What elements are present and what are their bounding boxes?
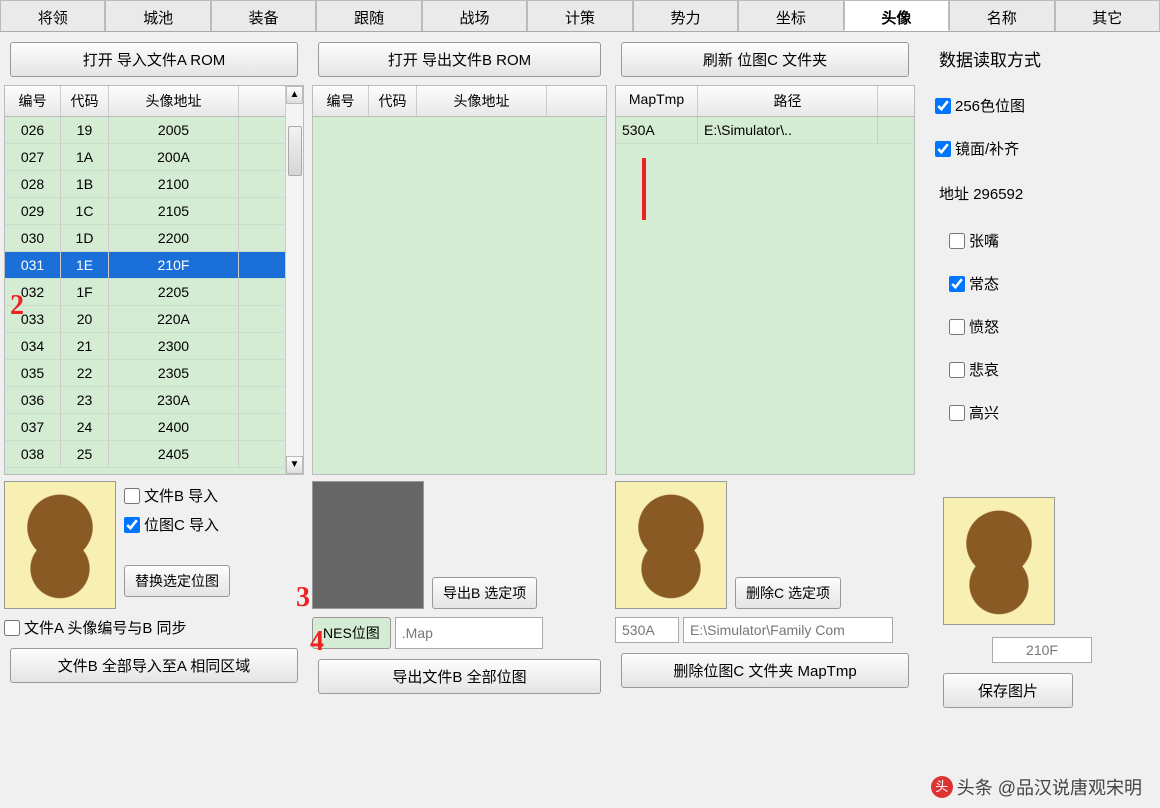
- portrait-a: [4, 481, 116, 609]
- table-row[interactable]: 0271A200A: [5, 144, 285, 171]
- table-row[interactable]: 0311E210F: [5, 252, 285, 279]
- chk-angry[interactable]: 愤怒: [949, 316, 1153, 337]
- read-mode-title: 数据读取方式: [939, 46, 1153, 71]
- tab-generals[interactable]: 将领: [0, 0, 105, 31]
- grid-c-rows[interactable]: 530AE:\Simulator\..: [616, 117, 914, 144]
- chk-normal[interactable]: 常态: [949, 273, 1153, 294]
- chk-sad[interactable]: 悲哀: [949, 359, 1153, 380]
- table-row[interactable]: 034212300: [5, 333, 285, 360]
- export-b-selected-button[interactable]: 导出B 选定项: [432, 577, 537, 609]
- tab-avatar[interactable]: 头像: [844, 0, 949, 31]
- table-row[interactable]: 03623230A: [5, 387, 285, 414]
- tab-other[interactable]: 其它: [1055, 0, 1160, 31]
- import-all-a-button[interactable]: 文件B 全部导入至A 相同区域: [10, 648, 298, 683]
- grid-c-header: MapTmp 路径: [616, 86, 914, 117]
- annotation-number-3: 3: [296, 582, 310, 614]
- chk-mouth-open[interactable]: 张嘴: [949, 230, 1153, 251]
- grid-a-header: 编号 代码 头像地址: [5, 86, 285, 117]
- table-row[interactable]: 026192005: [5, 117, 285, 144]
- tab-battle[interactable]: 战场: [422, 0, 527, 31]
- table-row[interactable]: 0321F2205: [5, 279, 285, 306]
- export-all-b-button[interactable]: 导出文件B 全部位图: [318, 659, 601, 694]
- tab-faction[interactable]: 势力: [633, 0, 738, 31]
- open-file-b-button[interactable]: 打开 导出文件B ROM: [318, 42, 601, 77]
- grid-a: 编号 代码 头像地址 0261920050271A200A0281B210002…: [4, 85, 304, 475]
- tab-name[interactable]: 名称: [949, 0, 1054, 31]
- tab-cities[interactable]: 城池: [105, 0, 210, 31]
- column-a: 打开 导入文件A ROM 编号 代码 头像地址 0261920050271A20…: [4, 38, 304, 710]
- chk-mirror[interactable]: 镜面/补齐: [935, 138, 1153, 159]
- grid-a-scrollbar[interactable]: ▲ ▼: [285, 86, 303, 474]
- grid-b: 编号 代码 头像地址: [312, 85, 607, 475]
- portrait-b: [312, 481, 424, 609]
- table-row[interactable]: 035222305: [5, 360, 285, 387]
- annotation-number-2: 2: [10, 290, 24, 322]
- tab-strategy[interactable]: 计策: [527, 0, 632, 31]
- delete-c-selected-button[interactable]: 删除C 选定项: [735, 577, 841, 609]
- addr-line: 地址 296592: [939, 183, 1153, 204]
- c-code-input[interactable]: [615, 617, 679, 643]
- watermark: 头 头条 @品汉说唐观宋明: [931, 774, 1142, 800]
- col-addr[interactable]: 头像地址: [109, 86, 239, 116]
- save-image-button[interactable]: 保存图片: [943, 673, 1073, 708]
- open-file-a-button[interactable]: 打开 导入文件A ROM: [10, 42, 298, 77]
- col-num[interactable]: 编号: [313, 86, 369, 116]
- chk-bitmap-c-import[interactable]: 位图C 导入: [124, 514, 230, 535]
- refresh-c-button[interactable]: 刷新 位图C 文件夹: [621, 42, 909, 77]
- grid-c: MapTmp 路径 530AE:\Simulator\..: [615, 85, 915, 475]
- watermark-icon: 头: [931, 776, 953, 798]
- table-row[interactable]: 0281B2100: [5, 171, 285, 198]
- table-row[interactable]: 037242400: [5, 414, 285, 441]
- c-path-input[interactable]: [683, 617, 893, 643]
- table-row[interactable]: 0291C2105: [5, 198, 285, 225]
- chk-file-b-import[interactable]: 文件B 导入: [124, 485, 230, 506]
- table-row[interactable]: 530AE:\Simulator\..: [616, 117, 914, 144]
- chk-happy[interactable]: 高兴: [949, 402, 1153, 423]
- portrait-c: [615, 481, 727, 609]
- table-row[interactable]: 03320220A: [5, 306, 285, 333]
- tab-bar: 将领 城池 装备 跟随 战场 计策 势力 坐标 头像 名称 其它: [0, 0, 1160, 32]
- d-code-input[interactable]: [992, 637, 1092, 663]
- chk-256color[interactable]: 256色位图: [935, 95, 1153, 116]
- col-maptmp[interactable]: MapTmp: [616, 86, 698, 116]
- grid-b-header: 编号 代码 头像地址: [313, 86, 606, 117]
- scroll-up-icon[interactable]: ▲: [286, 86, 303, 104]
- replace-selected-button[interactable]: 替换选定位图: [124, 565, 230, 597]
- portrait-d: [943, 497, 1055, 625]
- col-num[interactable]: 编号: [5, 86, 61, 116]
- table-row[interactable]: 038252405: [5, 441, 285, 468]
- grid-a-rows[interactable]: 0261920050271A200A0281B21000291C21050301…: [5, 117, 285, 468]
- annotation-mark-1: [642, 158, 646, 220]
- scroll-thumb[interactable]: [288, 126, 302, 176]
- delete-c-folder-button[interactable]: 删除位图C 文件夹 MapTmp: [621, 653, 909, 688]
- table-row[interactable]: 0301D2200: [5, 225, 285, 252]
- column-d: 数据读取方式 256色位图 镜面/补齐 地址 296592 张嘴 常态 愤怒 悲…: [923, 38, 1153, 710]
- map-ext-input[interactable]: [395, 617, 543, 649]
- tab-equipment[interactable]: 装备: [211, 0, 316, 31]
- tab-follow[interactable]: 跟随: [316, 0, 421, 31]
- column-b: 打开 导出文件B ROM 编号 代码 头像地址 导出B 选定项 NES位图 导出…: [312, 38, 607, 710]
- chk-sync-ab[interactable]: 文件A 头像编号与B 同步: [4, 617, 304, 638]
- annotation-number-4: 4: [310, 626, 324, 658]
- col-code[interactable]: 代码: [61, 86, 109, 116]
- tab-coords[interactable]: 坐标: [738, 0, 843, 31]
- col-addr[interactable]: 头像地址: [417, 86, 547, 116]
- col-path[interactable]: 路径: [698, 86, 878, 116]
- column-c: 刷新 位图C 文件夹 MapTmp 路径 530AE:\Simulator\..…: [615, 38, 915, 710]
- scroll-down-icon[interactable]: ▼: [286, 456, 303, 474]
- col-code[interactable]: 代码: [369, 86, 417, 116]
